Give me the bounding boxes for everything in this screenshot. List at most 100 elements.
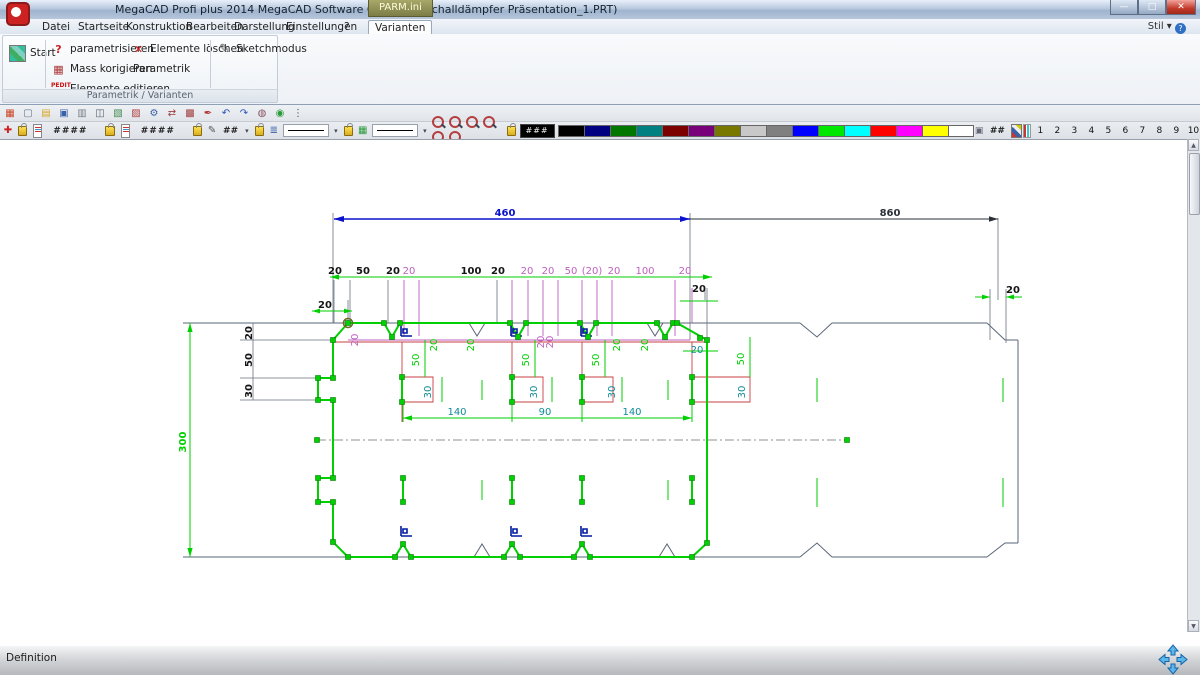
color-swatch[interactable]: [870, 125, 896, 137]
color-swatch[interactable]: [636, 125, 662, 137]
new-file-icon[interactable]: ▢: [20, 106, 36, 121]
dim-label: 20: [679, 266, 692, 277]
page-copy-icon[interactable]: ▧: [110, 106, 126, 121]
scrollbar-thumb[interactable]: [1189, 153, 1200, 215]
color-swatch[interactable]: [662, 125, 688, 137]
ribbon: Start ? parametrisieren ▦ Mass korigiere…: [0, 34, 1200, 105]
close-button[interactable]: ✕: [1166, 0, 1196, 15]
open-folder-icon[interactable]: ▤: [38, 106, 54, 121]
menu-item-datei[interactable]: Datei: [36, 20, 76, 34]
layer-number-4[interactable]: 4: [1083, 126, 1100, 136]
color-wheel-icon[interactable]: ◉: [272, 106, 288, 121]
color-swatch[interactable]: [922, 125, 948, 137]
layer-number-5[interactable]: 5: [1100, 126, 1117, 136]
color-swatch[interactable]: [688, 125, 714, 137]
parm-ini-tab[interactable]: PARM.ini: [368, 0, 433, 17]
print-preview-icon[interactable]: ◫: [92, 106, 108, 121]
page-settings-icon[interactable]: ▨: [128, 106, 144, 121]
dim-label: 860: [880, 208, 901, 219]
doc-gear-icon[interactable]: ⚙: [146, 106, 162, 121]
zoom-plus-icon[interactable]: [483, 116, 495, 128]
color-swatch[interactable]: [896, 125, 922, 137]
sheet-icon[interactable]: [33, 124, 42, 138]
color-swatch[interactable]: [584, 125, 610, 137]
zoom-out-icon[interactable]: [432, 116, 444, 128]
color-swatch[interactable]: [714, 125, 740, 137]
attributes-toolbar: ✚ #### #### ✎ ## ▾ ≣ ▾ ▦ ▾ ### ▣ ## 1234…: [0, 122, 1200, 140]
lock-icon[interactable]: [507, 126, 516, 136]
group-field[interactable]: ####: [141, 126, 175, 136]
zoom-window-icon[interactable]: [466, 116, 478, 128]
pen-value[interactable]: ##: [223, 126, 238, 136]
color-swatch[interactable]: [818, 125, 844, 137]
linetype-preview[interactable]: [283, 124, 329, 137]
print-icon[interactable]: ▥: [74, 106, 90, 121]
color-swatch[interactable]: [558, 125, 584, 137]
bars-icon[interactable]: [1023, 124, 1031, 138]
layer-number-10[interactable]: 10: [1185, 126, 1200, 136]
pan-cross-icon[interactable]: [1150, 644, 1196, 675]
lock-icon[interactable]: [105, 126, 114, 136]
color-swatch[interactable]: [792, 125, 818, 137]
maximize-button[interactable]: □: [1138, 0, 1166, 15]
current-color-swatch[interactable]: ###: [520, 124, 555, 138]
menu-item-[interactable]: ?: [338, 20, 356, 34]
chevron-down-icon[interactable]: ▾: [423, 127, 427, 135]
scroll-down-icon[interactable]: ▼: [1188, 620, 1199, 632]
color-table-icon[interactable]: ▣: [975, 125, 984, 137]
layer-number-2[interactable]: 2: [1049, 126, 1066, 136]
overflow-icon[interactable]: ⋮: [290, 106, 306, 121]
style-selector[interactable]: Stil ▾ ?: [1148, 21, 1186, 34]
chevron-down-icon[interactable]: ▾: [334, 127, 338, 135]
palette-icon[interactable]: ▦: [357, 123, 369, 138]
help-icon[interactable]: ?: [1175, 23, 1186, 34]
redo-icon[interactable]: ↷: [236, 106, 252, 121]
color-swatch[interactable]: [740, 125, 766, 137]
color-swatch[interactable]: [610, 125, 636, 137]
color-swatch[interactable]: [844, 125, 870, 137]
dim-label: 20: [491, 266, 505, 277]
lock-icon[interactable]: [344, 126, 353, 136]
dim-label: 50: [356, 266, 370, 277]
doc-grid-icon[interactable]: ▩: [182, 106, 198, 121]
lock-icon[interactable]: [193, 126, 202, 136]
app-grid-icon[interactable]: ▦: [2, 106, 18, 121]
doc-swap-icon[interactable]: ⇄: [164, 106, 180, 121]
zoom-in-icon[interactable]: [449, 116, 461, 128]
color-swatch[interactable]: [948, 125, 974, 137]
linewidth-preview[interactable]: [372, 124, 418, 137]
layer-number-9[interactable]: 9: [1168, 126, 1185, 136]
minimize-button[interactable]: —: [1110, 0, 1138, 15]
drawing-canvas[interactable]: 4608602050202010020202050(20)20100202020…: [0, 139, 1200, 646]
pen-icon[interactable]: ✎: [206, 123, 218, 138]
color-swatch[interactable]: [766, 125, 792, 137]
layer-number-8[interactable]: 8: [1151, 126, 1168, 136]
undo-icon[interactable]: ↶: [218, 106, 234, 121]
layer-number-3[interactable]: 3: [1066, 126, 1083, 136]
layers-icon[interactable]: ≣: [268, 123, 280, 138]
vertical-scrollbar[interactable]: ▲ ▼: [1187, 139, 1200, 632]
chevron-down-icon[interactable]: ▾: [245, 127, 249, 135]
lock-icon[interactable]: [18, 126, 27, 136]
chevron-down-icon: ▾: [1167, 21, 1172, 32]
mass-korigieren-icon: ▦: [51, 62, 66, 77]
globe-doc-icon[interactable]: ◍: [254, 106, 270, 121]
lock-icon[interactable]: [255, 126, 264, 136]
parametrik-button[interactable]: Parametrik: [133, 60, 190, 78]
dimension-labels: 4608602050202010020202050(20)20100202020…: [178, 208, 1020, 452]
layer-number-7[interactable]: 7: [1134, 126, 1151, 136]
layer-number-6[interactable]: 6: [1117, 126, 1134, 136]
menu-item-varianten[interactable]: Varianten: [368, 20, 432, 34]
layer-field[interactable]: ####: [53, 126, 87, 136]
palette-grid-icon[interactable]: [1011, 124, 1022, 138]
extension-lines: [240, 213, 1006, 400]
sheet-icon[interactable]: [121, 124, 130, 138]
dim-label: 20: [608, 266, 621, 277]
save-icon[interactable]: ▣: [56, 106, 72, 121]
sketchmodus-button[interactable]: ✎ Sketchmodus: [217, 40, 307, 58]
start-button[interactable]: Start: [9, 44, 56, 62]
layer-number-1[interactable]: 1: [1032, 126, 1049, 136]
add-icon[interactable]: ✚: [2, 123, 14, 138]
quill-icon[interactable]: ✒: [200, 106, 216, 121]
scroll-up-icon[interactable]: ▲: [1188, 139, 1199, 151]
